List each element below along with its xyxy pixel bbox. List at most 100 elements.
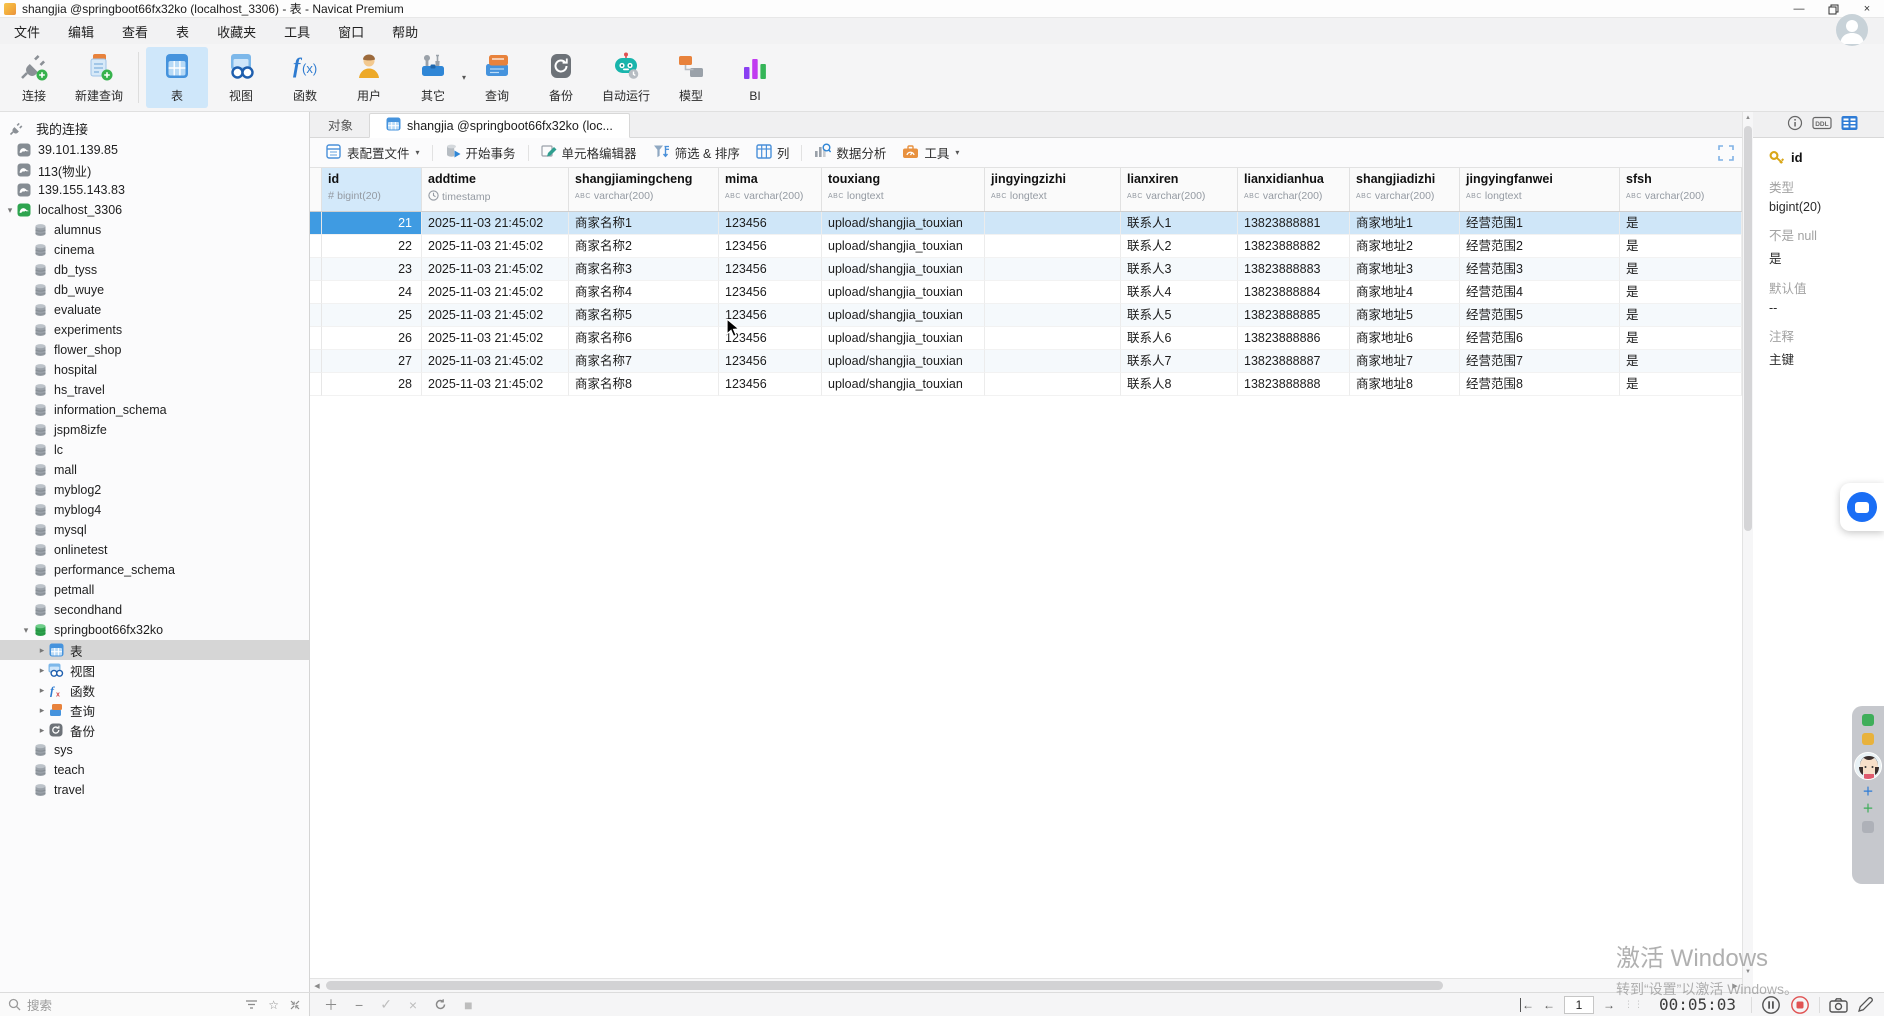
column-header-shangjiadizhi[interactable]: shangjiadizhiABCvarchar(200) [1350, 168, 1460, 211]
cell-lianxiren[interactable]: 联系人4 [1121, 281, 1238, 304]
scroll-left-arrow[interactable]: ◀ [310, 979, 324, 992]
chevron-right-icon[interactable]: ▸ [36, 725, 48, 736]
favorites-icon[interactable]: ☆ [268, 998, 279, 1012]
tree-item-flower_shop[interactable]: flower_shop [0, 340, 309, 360]
menu-item-表[interactable]: 表 [162, 18, 203, 44]
toolbar-button-视图[interactable]: 视图 [210, 47, 272, 108]
cell-addtime[interactable]: 2025-11-03 21:45:02 [422, 258, 569, 281]
record-selector[interactable] [310, 281, 322, 304]
tree-item-cinema[interactable]: cinema [0, 240, 309, 260]
recorder-add-green[interactable]: ＋ [1863, 804, 1874, 814]
column-header-id[interactable]: id#bigint(20) [322, 168, 422, 211]
cell-sfsh[interactable]: 是 [1620, 327, 1742, 350]
sidebar-search[interactable]: 搜索 ☆ [0, 993, 310, 1016]
cell-jingyingfanwei[interactable]: 经营范围5 [1460, 304, 1620, 327]
cell-lianxidianhua[interactable]: 13823888886 [1238, 327, 1350, 350]
screenshot-camera-button[interactable] [1829, 997, 1848, 1013]
ddl-tab[interactable]: DDL [1812, 115, 1832, 134]
cell-lianxiren[interactable]: 联系人3 [1121, 258, 1238, 281]
cell-mima[interactable]: 123456 [719, 373, 822, 396]
add-record-button[interactable]: ＋ [324, 995, 338, 1015]
cell-jingyingfanwei[interactable]: 经营范围4 [1460, 281, 1620, 304]
minimize-button[interactable]: — [1782, 0, 1816, 18]
cell-shangjiamingcheng[interactable]: 商家名称8 [569, 373, 719, 396]
table-toolbar-单元格编辑器[interactable]: 单元格编辑器 [533, 138, 645, 167]
cell-shangjiadizhi[interactable]: 商家地址8 [1350, 373, 1460, 396]
record-selector[interactable] [310, 373, 322, 396]
toolbar-button-用户[interactable]: 用户 [338, 47, 400, 108]
tree-item-myblog4[interactable]: myblog4 [0, 500, 309, 520]
cell-lianxidianhua[interactable]: 13823888881 [1238, 212, 1350, 235]
cell-shangjiadizhi[interactable]: 商家地址4 [1350, 281, 1460, 304]
cell-shangjiamingcheng[interactable]: 商家名称7 [569, 350, 719, 373]
tree-item-表[interactable]: ▸表 [0, 640, 309, 660]
refresh-button[interactable] [434, 998, 447, 1011]
cell-shangjiadizhi[interactable]: 商家地址2 [1350, 235, 1460, 258]
cell-id[interactable]: 21 [322, 212, 422, 235]
menu-item-收藏夹[interactable]: 收藏夹 [203, 18, 270, 44]
cell-touxiang[interactable]: upload/shangjia_touxian [822, 235, 985, 258]
tree-item-hospital[interactable]: hospital [0, 360, 309, 380]
menu-item-查看[interactable]: 查看 [108, 18, 162, 44]
column-header-sfsh[interactable]: sfshABCvarchar(200) [1620, 168, 1742, 211]
tree-item-performance_schema[interactable]: performance_schema [0, 560, 309, 580]
tab-active-table[interactable]: shangjia @springboot66fx32ko (loc... [369, 113, 630, 138]
chevron-down-icon[interactable]: ▾ [20, 625, 32, 636]
cell-mima[interactable]: 123456 [719, 258, 822, 281]
cell-addtime[interactable]: 2025-11-03 21:45:02 [422, 281, 569, 304]
recorder-grip[interactable]: ⋮⋮ [1624, 999, 1644, 1010]
cell-touxiang[interactable]: upload/shangjia_touxian [822, 350, 985, 373]
tab-objects[interactable]: 对象 [312, 112, 369, 137]
column-header-jingyingzizhi[interactable]: jingyingzizhiABClongtext [985, 168, 1121, 211]
cell-addtime[interactable]: 2025-11-03 21:45:02 [422, 350, 569, 373]
tree-item-myblog2[interactable]: myblog2 [0, 480, 309, 500]
fullscreen-icon[interactable] [1718, 145, 1734, 164]
cell-id[interactable]: 25 [322, 304, 422, 327]
toolbar-button-函数[interactable]: f(x)函数 [274, 47, 336, 108]
menu-item-文件[interactable]: 文件 [0, 18, 54, 44]
info-tab[interactable] [1787, 115, 1803, 134]
toolbar-button-备份[interactable]: 备份 [530, 47, 592, 108]
toolbar-button-查询[interactable]: 查询 [466, 47, 528, 108]
cell-touxiang[interactable]: upload/shangjia_touxian [822, 281, 985, 304]
cell-jingyingzizhi[interactable] [985, 350, 1121, 373]
tree-item-experiments[interactable]: experiments [0, 320, 309, 340]
cell-touxiang[interactable]: upload/shangjia_touxian [822, 373, 985, 396]
tree-item-139.155.143.83[interactable]: 139.155.143.83 [0, 180, 309, 200]
cell-jingyingfanwei[interactable]: 经营范围7 [1460, 350, 1620, 373]
cell-jingyingzizhi[interactable] [985, 258, 1121, 281]
cell-lianxidianhua[interactable]: 13823888884 [1238, 281, 1350, 304]
scroll-down-arrow[interactable]: ▼ [1743, 966, 1753, 978]
next-page-button[interactable]: → [1603, 998, 1615, 1012]
cell-shangjiadizhi[interactable]: 商家地址6 [1350, 327, 1460, 350]
recorder-tool-icon-gray[interactable] [1862, 821, 1874, 833]
tree-item-db_wuye[interactable]: db_wuye [0, 280, 309, 300]
cell-addtime[interactable]: 2025-11-03 21:45:02 [422, 212, 569, 235]
cell-id[interactable]: 23 [322, 258, 422, 281]
record-selector[interactable] [310, 235, 322, 258]
menu-item-窗口[interactable]: 窗口 [324, 18, 378, 44]
tree-item-113(物业)[interactable]: 113(物业) [0, 160, 309, 180]
toolbar-button-其它[interactable]: 其它▾ [402, 47, 464, 108]
table-toolbar-列[interactable]: 列 [748, 138, 798, 167]
recorder-side-widget[interactable]: ＋ ＋ [1852, 706, 1884, 884]
cell-shangjiamingcheng[interactable]: 商家名称6 [569, 327, 719, 350]
cell-mima[interactable]: 123456 [719, 327, 822, 350]
chevron-down-icon[interactable]: ▾ [4, 205, 16, 216]
cell-touxiang[interactable]: upload/shangjia_touxian [822, 258, 985, 281]
chevron-right-icon[interactable]: ▸ [36, 665, 48, 676]
menu-item-工具[interactable]: 工具 [270, 18, 324, 44]
cell-lianxidianhua[interactable]: 13823888888 [1238, 373, 1350, 396]
cell-jingyingfanwei[interactable]: 经营范围6 [1460, 327, 1620, 350]
cell-shangjiamingcheng[interactable]: 商家名称5 [569, 304, 719, 327]
dropdown-arrow-icon[interactable]: ▾ [416, 148, 420, 157]
stop-button[interactable]: ■ [464, 997, 472, 1013]
cell-lianxidianhua[interactable]: 13823888885 [1238, 304, 1350, 327]
annotate-pencil-button[interactable] [1857, 996, 1874, 1013]
cell-mima[interactable]: 123456 [719, 212, 822, 235]
column-header-lianxiren[interactable]: lianxirenABCvarchar(200) [1121, 168, 1238, 211]
tree-item-备份[interactable]: ▸备份 [0, 720, 309, 740]
prev-page-button[interactable]: ← [1543, 998, 1555, 1012]
cell-shangjiadizhi[interactable]: 商家地址5 [1350, 304, 1460, 327]
tree-item-db_tyss[interactable]: db_tyss [0, 260, 309, 280]
